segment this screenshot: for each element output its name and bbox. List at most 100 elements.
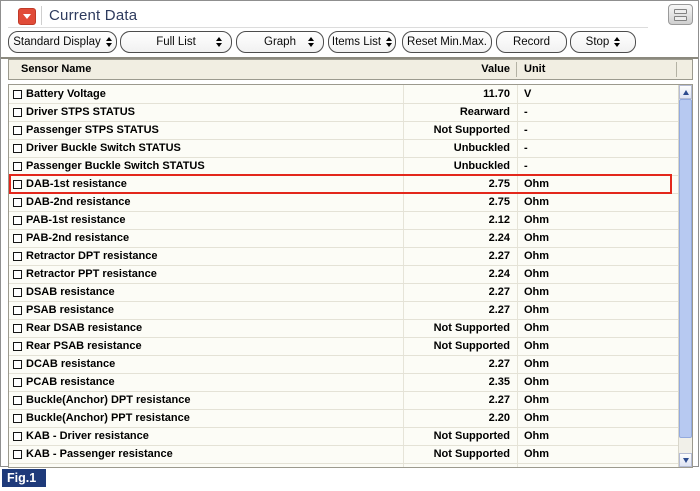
sensor-unit: Ohm: [517, 392, 678, 409]
row-checkbox[interactable]: [13, 288, 22, 297]
sensor-name: PAB-2nd resistance: [26, 230, 129, 247]
table-row[interactable]: Passenger STPS STATUS Not Supported -: [9, 122, 678, 140]
row-checkbox[interactable]: [13, 108, 22, 117]
sensor-value: 2.35: [403, 374, 517, 391]
sensor-name: KAB - Passenger resistance: [26, 446, 173, 463]
table-row[interactable]: Battery Voltage 11.70 V: [9, 86, 678, 104]
table-row[interactable]: Driver STPS STATUS Rearward -: [9, 104, 678, 122]
sensor-name: Driver Buckle Switch STATUS: [26, 140, 181, 157]
table-row[interactable]: KAB - Driver resistance Not Supported Oh…: [9, 428, 678, 446]
table-row[interactable]: DSAB resistance 2.27 Ohm: [9, 284, 678, 302]
table-rows: Battery Voltage 11.70 V Driver STPS STAT…: [9, 86, 678, 464]
sensor-value: Not Supported: [403, 446, 517, 463]
table-row[interactable]: DCAB resistance 2.27 Ohm: [9, 356, 678, 374]
reset-min-max-button[interactable]: Reset Min.Max.: [402, 31, 492, 53]
sensor-name: Buckle(Anchor) PPT resistance: [26, 410, 190, 427]
menu-dropdown-icon[interactable]: [18, 8, 36, 25]
table-row[interactable]: Rear DSAB resistance Not Supported Ohm: [9, 320, 678, 338]
table-row[interactable]: Driver Buckle Switch STATUS Unbuckled -: [9, 140, 678, 158]
titlebar-rule: [8, 27, 648, 28]
table-row[interactable]: KAB - Passenger resistance Not Supported…: [9, 446, 678, 464]
button-label: Full List: [156, 36, 196, 48]
up-down-arrow-icon: [308, 37, 314, 47]
sensor-unit: Ohm: [517, 176, 678, 193]
table-row[interactable]: DAB-1st resistance 2.75 Ohm: [9, 176, 678, 194]
sensor-value: 2.24: [403, 266, 517, 283]
sensor-value: 2.24: [403, 230, 517, 247]
record-button[interactable]: Record: [496, 31, 567, 53]
graph-button[interactable]: Graph: [236, 31, 324, 53]
scrollbar-thumb[interactable]: [679, 99, 692, 438]
row-checkbox[interactable]: [13, 270, 22, 279]
sensor-name: PAB-1st resistance: [26, 212, 125, 229]
row-checkbox[interactable]: [13, 234, 22, 243]
table-row[interactable]: Buckle(Anchor) PPT resistance 2.20 Ohm: [9, 410, 678, 428]
sensor-unit: Ohm: [517, 248, 678, 265]
row-checkbox[interactable]: [13, 198, 22, 207]
panel-bar-icon: [674, 16, 687, 21]
row-checkbox[interactable]: [13, 90, 22, 99]
row-checkbox[interactable]: [13, 180, 22, 189]
row-checkbox[interactable]: [13, 144, 22, 153]
scroll-down-icon[interactable]: [679, 453, 692, 467]
row-checkbox[interactable]: [13, 450, 22, 459]
sensor-unit: V: [517, 86, 678, 103]
sensor-name: DAB-2nd resistance: [26, 194, 131, 211]
sensor-unit: Ohm: [517, 212, 678, 229]
row-checkbox[interactable]: [13, 414, 22, 423]
stop-button[interactable]: Stop: [570, 31, 636, 53]
sensor-unit: -: [517, 140, 678, 157]
row-checkbox[interactable]: [13, 162, 22, 171]
vertical-scrollbar[interactable]: [678, 85, 692, 467]
up-down-arrow-icon: [106, 37, 112, 47]
table-row[interactable]: Buckle(Anchor) DPT resistance 2.27 Ohm: [9, 392, 678, 410]
sensor-unit: Ohm: [517, 356, 678, 373]
standard-display-button[interactable]: Standard Display: [8, 31, 117, 53]
row-checkbox[interactable]: [13, 342, 22, 351]
table-row[interactable]: PAB-2nd resistance 2.24 Ohm: [9, 230, 678, 248]
row-checkbox[interactable]: [13, 252, 22, 261]
table-row[interactable]: Retractor PPT resistance 2.24 Ohm: [9, 266, 678, 284]
table-header: Sensor Name Value Unit: [8, 59, 693, 80]
table-row[interactable]: Rear PSAB resistance Not Supported Ohm: [9, 338, 678, 356]
sensor-unit: Ohm: [517, 230, 678, 247]
sensor-name: DSAB resistance: [26, 284, 115, 301]
table-row[interactable]: Passenger Buckle Switch STATUS Unbuckled…: [9, 158, 678, 176]
sensor-name: Buckle(Anchor) DPT resistance: [26, 392, 190, 409]
row-checkbox[interactable]: [13, 396, 22, 405]
button-label: Standard Display: [13, 36, 101, 48]
table-row[interactable]: PCAB resistance 2.35 Ohm: [9, 374, 678, 392]
sensor-name: DCAB resistance: [26, 356, 115, 373]
sensor-unit: -: [517, 104, 678, 121]
button-label: Record: [513, 36, 550, 48]
page-title: Current Data: [49, 7, 137, 24]
row-checkbox[interactable]: [13, 126, 22, 135]
row-checkbox[interactable]: [13, 216, 22, 225]
row-checkbox[interactable]: [13, 360, 22, 369]
row-checkbox[interactable]: [13, 306, 22, 315]
sensor-name: Retractor PPT resistance: [26, 266, 157, 283]
table-row[interactable]: Retractor DPT resistance 2.27 Ohm: [9, 248, 678, 266]
row-checkbox[interactable]: [13, 378, 22, 387]
sensor-unit: Ohm: [517, 266, 678, 283]
table-row[interactable]: DAB-2nd resistance 2.75 Ohm: [9, 194, 678, 212]
table-row[interactable]: PSAB resistance 2.27 Ohm: [9, 302, 678, 320]
sensor-value: Unbuckled: [403, 158, 517, 175]
button-label: Stop: [586, 36, 610, 48]
sensor-value: Not Supported: [403, 320, 517, 337]
sensor-value: Not Supported: [403, 338, 517, 355]
sensor-value: Unbuckled: [403, 140, 517, 157]
row-checkbox[interactable]: [13, 324, 22, 333]
split-window-icon[interactable]: [668, 4, 693, 25]
scroll-up-icon[interactable]: [679, 85, 692, 99]
row-checkbox[interactable]: [13, 432, 22, 441]
sensor-unit: Ohm: [517, 284, 678, 301]
table-row[interactable]: PAB-1st resistance 2.12 Ohm: [9, 212, 678, 230]
items-list-button[interactable]: Items List: [328, 31, 396, 53]
sensor-name: Passenger STPS STATUS: [26, 122, 159, 139]
full-list-button[interactable]: Full List: [120, 31, 232, 53]
header-divider: [516, 62, 517, 77]
sensor-table: Battery Voltage 11.70 V Driver STPS STAT…: [8, 84, 693, 468]
sensor-name: PSAB resistance: [26, 302, 114, 319]
down-arrow-icon: [23, 14, 31, 19]
